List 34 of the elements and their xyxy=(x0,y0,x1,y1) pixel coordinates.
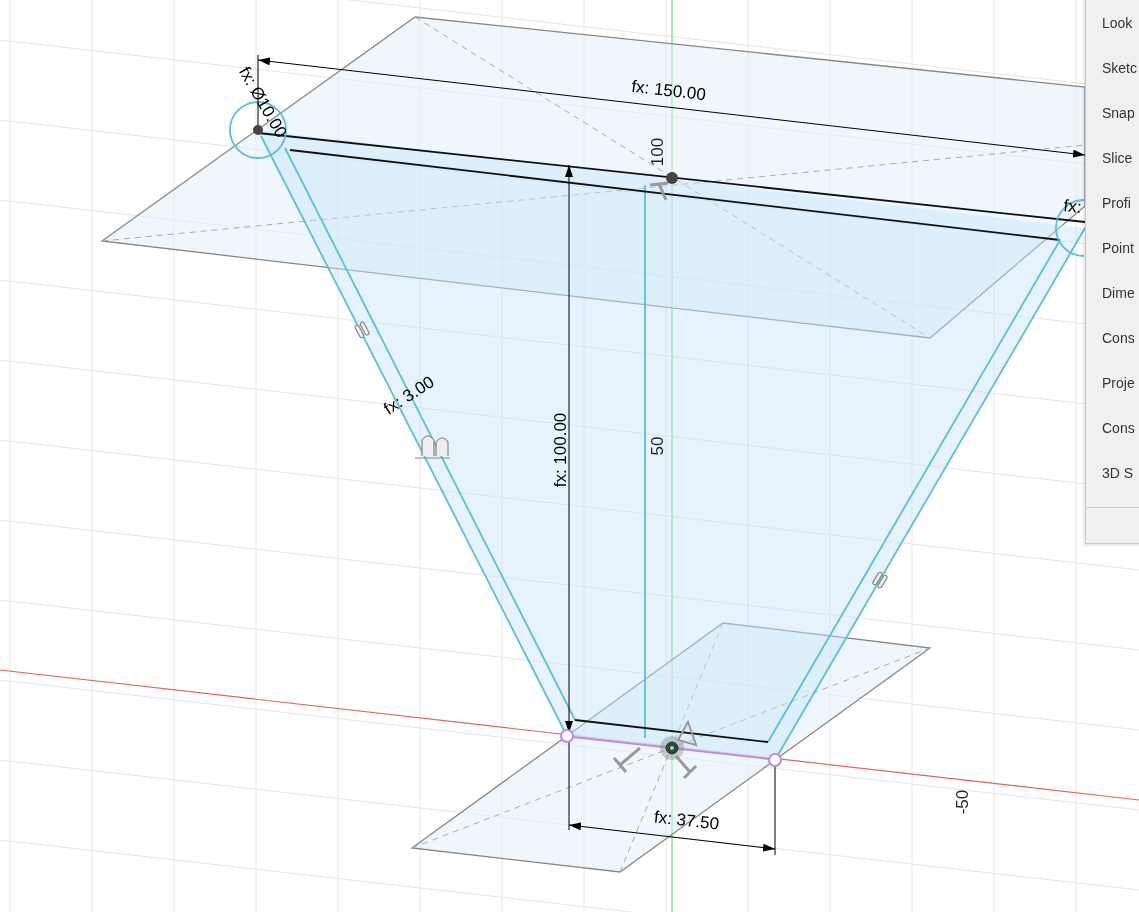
circle-outline[interactable] xyxy=(1055,199,1085,257)
menu-item[interactable]: Profi xyxy=(1086,180,1139,225)
tangent-constraint-icon xyxy=(414,435,451,459)
menu-item[interactable]: Snap xyxy=(1086,90,1139,135)
dimension-label[interactable]: fx: 37.50 xyxy=(653,807,721,834)
selected-line[interactable] xyxy=(572,736,770,760)
equal-constraint-icon xyxy=(353,320,371,340)
endpoint-marker[interactable] xyxy=(560,729,574,743)
dimension-label[interactable]: fx: 100.00 xyxy=(551,412,570,488)
menu-item[interactable]: Sketc xyxy=(1086,45,1139,90)
menu-item[interactable]: Dime xyxy=(1086,270,1139,315)
dimension-label[interactable]: fx: 3.00 xyxy=(380,372,438,419)
endpoint-marker[interactable] xyxy=(768,753,782,767)
sketch-point[interactable] xyxy=(666,172,678,184)
triangle-constraint-icon xyxy=(676,719,698,747)
origin-point[interactable] xyxy=(660,736,684,760)
menu-item[interactable]: Look xyxy=(1086,0,1139,45)
equal-constraint-icon xyxy=(871,570,889,590)
menu-item[interactable]: Slice xyxy=(1086,135,1139,180)
sketch-line[interactable] xyxy=(574,719,769,743)
perpendicular-constraint-icon xyxy=(612,746,642,774)
sketch-point[interactable] xyxy=(253,125,263,135)
menu-item[interactable]: Point xyxy=(1086,225,1139,270)
perpendicular-constraint-icon xyxy=(674,754,698,780)
menu-item[interactable]: Proje xyxy=(1086,360,1139,405)
dimension-label[interactable]: fx: 150.00 xyxy=(630,76,707,105)
axis-label: -50 xyxy=(953,789,972,815)
menu-item[interactable]: Cons xyxy=(1086,405,1139,450)
menu-item[interactable]: Cons xyxy=(1086,315,1139,360)
dimension-label[interactable]: fx: xyxy=(1062,196,1083,217)
axis-label: 50 xyxy=(648,436,667,456)
fix-constraint-icon xyxy=(648,181,670,202)
axis-label: 100 xyxy=(648,137,667,167)
menu-item[interactable]: 3D S xyxy=(1086,450,1139,495)
